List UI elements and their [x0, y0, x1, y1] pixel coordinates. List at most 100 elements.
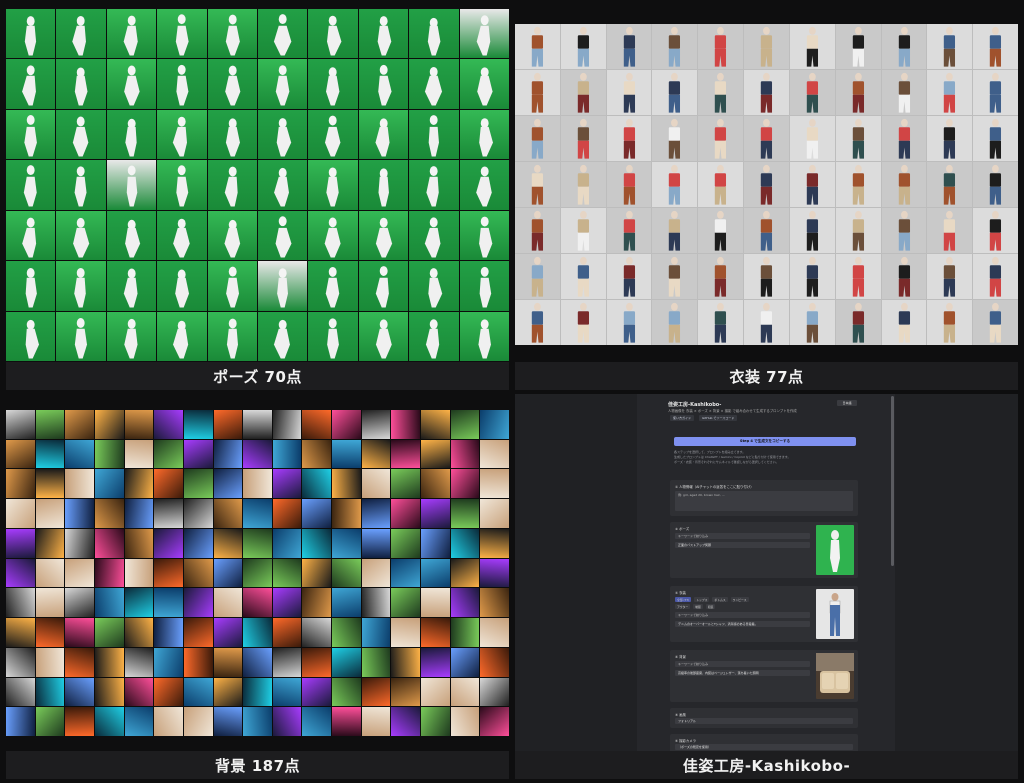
background-thumbnail: [332, 558, 361, 588]
app-window: 佳姿工房-Kashikobo- 人物画像を 衣装 × ポーズ × 背景 × 撮影…: [637, 394, 895, 752]
camera-card: ⑥ 撮影カメラ （ポーズの既定を使用）: [670, 734, 858, 752]
pose-thumbnail: [56, 210, 106, 261]
costume-option-uniform[interactable]: 制服: [693, 604, 703, 609]
app-subtitle: 人物画像を 衣装 × ポーズ × 背景 × 撮影 で組み合わせて生成するプロンプ…: [668, 409, 797, 413]
guide-chip[interactable]: 使い方ガイド: [670, 415, 695, 421]
pose-thumbnail: [358, 160, 409, 210]
background-thumbnail: [6, 499, 35, 528]
background-thumbnail: [154, 469, 183, 499]
costume-thumbnail: [973, 70, 1018, 115]
background-thumbnail: [65, 528, 94, 558]
pose-thumbnail: [106, 59, 157, 109]
background-thumbnail: [183, 410, 213, 439]
pose-label: ② ポーズ: [675, 527, 690, 531]
background-thumbnail: [35, 707, 65, 736]
pose-thumbnail: [157, 160, 207, 210]
costume-thumbnail: [560, 162, 606, 207]
background-thumbnail: [183, 558, 213, 588]
background-thumbnail: [213, 707, 243, 736]
background-thumbnail: [183, 647, 213, 677]
background-thumbnail: [94, 618, 124, 647]
costume-select[interactable]: デニムのオーバーオールとTシャツ、清潔感のある普段着。: [675, 621, 810, 627]
costume-thumbnail: [927, 116, 973, 161]
background-thumbnail: [361, 588, 391, 618]
background-thumbnail: [361, 469, 391, 499]
background-select[interactable]: 高級車の後部座席、内装はベージュレザー、落ち着いた照明: [675, 670, 810, 676]
costume-thumbnail: [927, 162, 973, 207]
background-thumbnail: [183, 528, 213, 558]
background-thumbnail: [302, 677, 332, 707]
costume-option-tops[interactable]: トップス: [694, 597, 710, 602]
background-thumbnail: [35, 499, 65, 528]
costume-thumbnail: [698, 116, 744, 161]
background-thumbnail: [421, 410, 450, 439]
background-thumbnail: [6, 707, 35, 736]
background-thumbnail: [124, 588, 154, 618]
camera-select[interactable]: （ポーズの既定を使用）: [675, 744, 853, 750]
style-card: ⑤ 画風 フォトリアル: [670, 708, 858, 728]
pose-thumbnail: [358, 261, 409, 311]
costume-thumbnail: [515, 24, 560, 69]
costume-thumbnail: [560, 116, 606, 161]
costume-option-japanese[interactable]: 和装: [705, 604, 716, 609]
background-thumbnail: [65, 647, 94, 677]
pose-thumbnail: [207, 109, 257, 160]
pose-thumbnail: [207, 261, 257, 311]
background-thumbnail: [6, 469, 35, 499]
background-thumbnail: [213, 677, 243, 707]
background-thumbnail: [332, 439, 361, 469]
costume-thumbnail: [652, 24, 698, 69]
costume-thumbnail: [652, 300, 698, 345]
language-select[interactable]: 日本語: [837, 400, 857, 406]
background-thumbnail: [302, 410, 332, 439]
costume-option-outer[interactable]: アウター: [675, 604, 691, 609]
background-thumbnail: [154, 499, 183, 528]
background-thumbnail: [65, 499, 94, 528]
background-filter-input[interactable]: キーワードで絞り込み: [675, 661, 810, 667]
app-scrollbar[interactable]: [891, 396, 894, 566]
copy-prompt-button[interactable]: Step 4 で生成文をコピーする: [674, 437, 856, 446]
background-thumbnail: [124, 499, 154, 528]
background-thumbnail: [94, 499, 124, 528]
costume-thumbnail: [927, 208, 973, 253]
background-thumbnail: [94, 647, 124, 677]
costume-thumbnail: [927, 24, 973, 69]
costume-thumbnail: [698, 208, 744, 253]
background-thumbnail: [450, 469, 480, 499]
costume-thumbnail: [515, 162, 560, 207]
costume-option-all[interactable]: 全部 (77): [675, 597, 692, 602]
person-input-field[interactable]: 例: girl, aged 20, brown hair, ...: [675, 491, 853, 511]
background-thumbnail: [35, 528, 65, 558]
pose-thumbnail: [258, 9, 308, 59]
background-thumbnail: [332, 707, 361, 736]
background-thumbnail: [94, 558, 124, 588]
pose-filter-input[interactable]: キーワードで絞り込み: [675, 533, 810, 539]
costumes-panel: [515, 24, 1018, 345]
background-thumbnail: [94, 588, 124, 618]
costume-thumbnail: [927, 300, 973, 345]
background-thumbnail: [302, 647, 332, 677]
background-thumbnail: [480, 707, 509, 736]
pose-preview-image: [816, 525, 854, 575]
costume-thumbnail: [744, 300, 789, 345]
costume-filter-input[interactable]: キーワードで絞り込み: [675, 612, 810, 618]
costume-thumbnail: [927, 254, 973, 299]
pose-select[interactable]: 正面のバストアップ笑顔: [675, 542, 810, 548]
costume-category-options: 全部 (77) トップス ボトムス ワンピース: [675, 597, 749, 602]
background-thumbnail: [302, 588, 332, 618]
costume-option-bottoms[interactable]: ボトムス: [712, 597, 728, 602]
app-caption: 佳姿工房-Kashikobo-: [515, 751, 1018, 779]
background-thumbnail: [332, 528, 361, 558]
costume-option-onepiece[interactable]: ワンピース: [730, 597, 749, 602]
costume-thumbnail: [698, 254, 744, 299]
background-thumbnail: [183, 439, 213, 469]
costume-thumbnail: [789, 208, 835, 253]
background-label: ④ 背景: [675, 655, 686, 659]
costume-thumbnail: [652, 208, 698, 253]
costume-thumbnail: [973, 116, 1018, 161]
costume-thumbnail: [881, 70, 927, 115]
background-thumbnail: [391, 707, 421, 736]
background-thumbnail: [213, 647, 243, 677]
style-select[interactable]: フォトリアル: [675, 718, 853, 724]
github-chip[interactable]: GitHub でソースコード: [699, 415, 738, 421]
